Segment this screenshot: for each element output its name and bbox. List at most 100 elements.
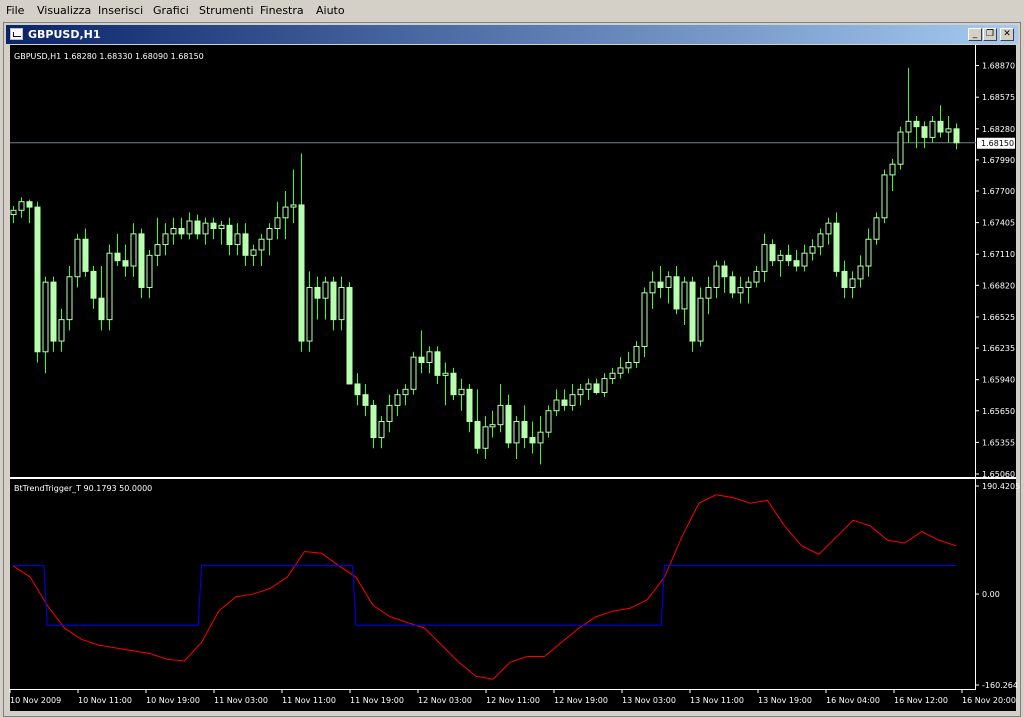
candle-body [817, 233, 824, 248]
candle-body [138, 233, 145, 288]
current-price-label: 1.68150 [981, 139, 1014, 148]
candle-body [769, 244, 776, 262]
candle-body [785, 254, 792, 262]
time-tick-label: 13 Nov 11:00 [690, 696, 744, 705]
candle-body [322, 281, 329, 299]
candle-body [162, 233, 169, 246]
candle-body [170, 228, 177, 235]
candle-body [705, 286, 712, 299]
candle-body [130, 233, 137, 267]
time-tick-label: 11 Nov 11:00 [282, 696, 336, 705]
candle-body [569, 394, 576, 406]
candle-body [42, 281, 49, 353]
candle-body [833, 222, 840, 272]
candle-body [513, 420, 520, 444]
candle-body [386, 404, 393, 422]
candle-body [34, 206, 41, 353]
candle-body [497, 404, 504, 426]
indicator-tick-label: 0.00 [982, 590, 1000, 599]
candle-body [354, 383, 361, 396]
candle-body [394, 394, 401, 406]
candle-body [697, 297, 704, 342]
candle-body [777, 254, 784, 262]
candle-body [945, 128, 952, 133]
candle-body [593, 383, 600, 394]
time-tick-label: 16 Nov 04:00 [826, 696, 880, 705]
price-tick-label: 1.68575 [982, 93, 1015, 102]
candle-body [338, 286, 345, 321]
time-tick-label: 13 Nov 03:00 [622, 696, 676, 705]
candle-body [314, 286, 321, 299]
candle-body [250, 249, 257, 256]
price-tick-label: 1.65940 [982, 376, 1015, 385]
candle-body [114, 252, 121, 262]
candle-body [186, 220, 193, 235]
price-tick-label: 1.67110 [982, 250, 1015, 259]
candle-body [226, 224, 233, 246]
candle-body [713, 265, 720, 288]
candle-body [761, 244, 768, 272]
price-tick-label: 1.65060 [982, 470, 1015, 479]
candle-body [74, 238, 81, 278]
candle-body [298, 204, 305, 342]
candle-body [26, 201, 33, 208]
candle-body [801, 252, 808, 267]
candle-body [505, 404, 512, 444]
price-tick-label: 1.65650 [982, 407, 1015, 416]
time-tick-label: 13 Nov 19:00 [758, 696, 812, 705]
candle-body [234, 233, 241, 246]
time-tick-label: 12 Nov 03:00 [418, 696, 472, 705]
candle-body [665, 276, 672, 288]
price-tick-label: 1.68870 [982, 62, 1015, 71]
candle-body [873, 217, 880, 240]
candle-body [553, 399, 560, 412]
candle-body [657, 281, 664, 288]
price-tick-label: 1.66820 [982, 281, 1015, 290]
time-tick-label: 10 Nov 19:00 [146, 696, 200, 705]
time-tick-label: 12 Nov 19:00 [554, 696, 608, 705]
time-tick-label: 10 Nov 11:00 [78, 696, 132, 705]
candle-body [266, 228, 273, 240]
candle-body [58, 319, 65, 342]
candle-body [729, 276, 736, 294]
candle-body [793, 260, 800, 267]
candle-body [921, 126, 928, 138]
candle-body [601, 378, 608, 394]
price-tick-label: 1.65355 [982, 438, 1015, 447]
candle-body [410, 356, 417, 390]
candle-body [482, 426, 489, 449]
candle-body [881, 174, 888, 219]
candle-body [617, 367, 624, 374]
candle-body [154, 244, 161, 256]
candle-body [194, 220, 201, 235]
price-tick-label: 1.67405 [982, 219, 1015, 228]
candle-body [825, 222, 832, 235]
candle-body [330, 281, 337, 321]
indicator-tick-label: -160.264 [982, 681, 1018, 690]
candle-body [953, 128, 960, 144]
candle-body [10, 209, 17, 216]
time-tick-label: 10 Nov 2009 [10, 696, 61, 705]
candle-body [426, 351, 433, 364]
time-tick-label: 11 Nov 03:00 [214, 696, 268, 705]
candle-body [450, 372, 457, 396]
candle-body [521, 420, 528, 439]
candle-body [841, 270, 848, 288]
candle-body [641, 292, 648, 347]
candle-body [865, 238, 872, 267]
candle-body [745, 281, 752, 288]
candle-body [937, 120, 944, 133]
candle-body [466, 388, 473, 422]
time-tick-label: 11 Nov 19:00 [350, 696, 404, 705]
chart-canvas[interactable]: 1.68150 GBPUSD,H1 1.68280 1.68330 1.6809… [0, 0, 1024, 717]
candle-body [561, 399, 568, 406]
candle-body [218, 224, 225, 230]
candle-body [529, 437, 536, 444]
candle-body [897, 131, 904, 165]
candle-body [889, 163, 896, 176]
price-tick-label: 1.68280 [982, 125, 1015, 134]
candle-body [577, 388, 584, 396]
candle-body [402, 388, 409, 396]
price-tick-label: 1.67990 [982, 156, 1015, 165]
candle-body [673, 276, 680, 310]
